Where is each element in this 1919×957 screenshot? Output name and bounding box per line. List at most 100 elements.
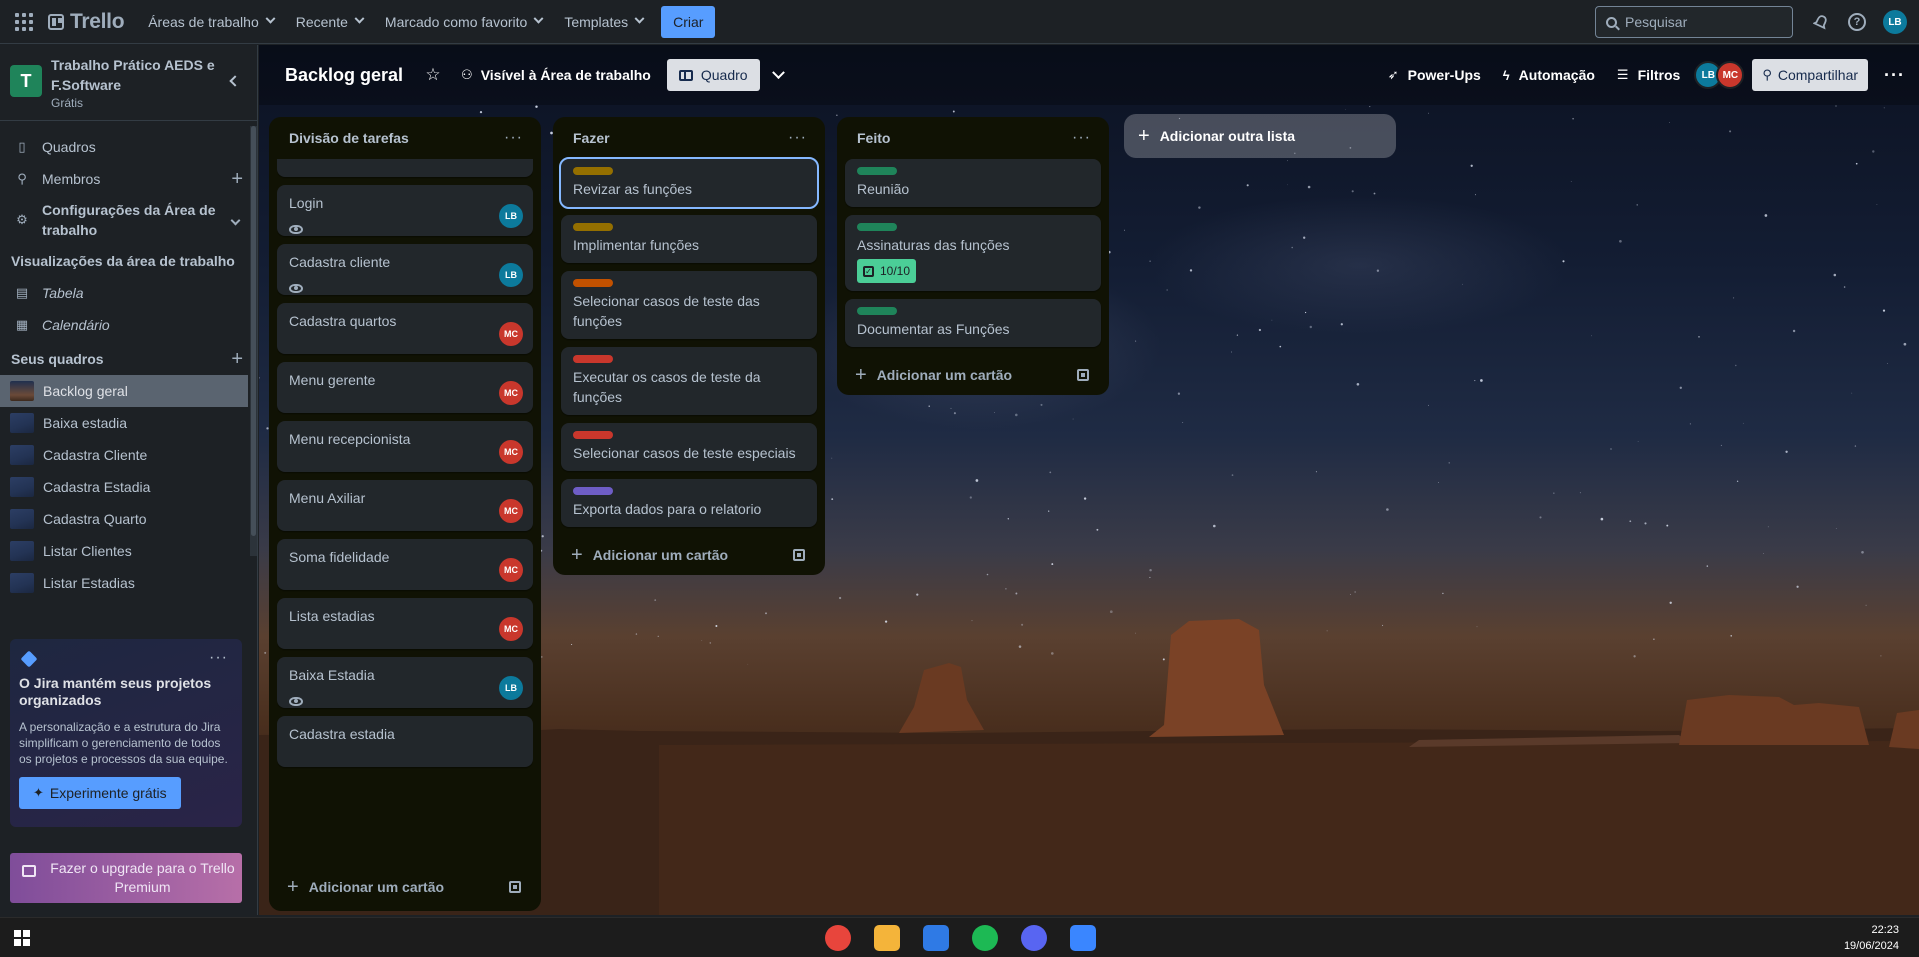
list-header[interactable]: Divisão de tarefas ··· xyxy=(277,117,533,159)
add-board-plus-icon[interactable]: + xyxy=(231,348,243,371)
member-avatar-mc[interactable]: MC xyxy=(1716,61,1745,89)
sidebar-item-settings[interactable]: ⚙ Configurações da Área de trabalho xyxy=(0,195,257,245)
card-member-avatar[interactable]: LB xyxy=(499,676,523,700)
board-title[interactable]: Backlog geral xyxy=(285,65,403,86)
trello-logo[interactable]: Trello xyxy=(48,10,125,34)
card[interactable]: Login LB xyxy=(277,185,533,236)
add-card-button[interactable]: + Adicionar um cartão xyxy=(561,535,817,575)
card-label-color[interactable] xyxy=(573,487,613,495)
discord-icon[interactable] xyxy=(1021,925,1047,951)
share-button[interactable]: ⚲ Compartilhar xyxy=(1752,59,1869,91)
sidebar-board-item[interactable]: Listar Estadias xyxy=(0,567,248,599)
card[interactable]: Implimentar funções xyxy=(561,215,817,263)
card-template-icon[interactable] xyxy=(793,549,805,561)
system-clock[interactable]: 22:23 19/06/2024 xyxy=(1844,922,1899,954)
sidebar-board-item[interactable]: Cadastra Cliente xyxy=(0,439,248,471)
card[interactable]: Assinaturas das funções ✓ 10/10 xyxy=(845,215,1101,291)
notifications-bell-icon[interactable] xyxy=(1809,10,1833,34)
list-menu-icon[interactable]: ··· xyxy=(788,129,807,147)
create-button[interactable]: Criar xyxy=(661,5,716,38)
sidebar-item-calendar[interactable]: ▦ Calendário xyxy=(0,309,257,341)
card[interactable]: Baixa Estadia LB xyxy=(277,657,533,708)
card-label-color[interactable] xyxy=(857,223,897,231)
card[interactable]: Exporta dados para o relatorio xyxy=(561,479,817,527)
card-template-icon[interactable] xyxy=(1077,369,1089,381)
upgrade-premium-button[interactable]: Fazer o upgrade para o Trello Premium xyxy=(10,853,242,903)
card-member-avatar[interactable]: MC xyxy=(499,617,523,641)
store-icon[interactable] xyxy=(923,925,949,951)
sidebar-board-item[interactable]: Cadastra Estadia xyxy=(0,471,248,503)
windows-start-icon[interactable] xyxy=(14,930,30,946)
card-member-avatar[interactable]: MC xyxy=(499,499,523,523)
card-member-avatar[interactable]: LB xyxy=(499,263,523,287)
list-menu-icon[interactable]: ··· xyxy=(504,129,523,147)
list-menu-icon[interactable]: ··· xyxy=(1072,129,1091,147)
card-label-color[interactable] xyxy=(573,431,613,439)
collapse-sidebar-chevron-left-icon[interactable] xyxy=(229,75,241,87)
sidebar-board-item[interactable]: Backlog geral xyxy=(0,375,248,407)
more-options-icon[interactable]: ··· xyxy=(1884,65,1905,86)
board-view-button[interactable]: Quadro xyxy=(666,59,760,91)
nav-recent[interactable]: Recente xyxy=(296,14,365,30)
file-explorer-icon[interactable] xyxy=(874,925,900,951)
workspace-logo[interactable]: T xyxy=(10,65,42,97)
card-label-color[interactable] xyxy=(573,167,613,175)
user-avatar[interactable]: LB xyxy=(1883,10,1907,34)
star-icon[interactable]: ☆ xyxy=(423,65,443,85)
search-input[interactable] xyxy=(1625,14,1775,30)
views-chevron-down-icon[interactable] xyxy=(771,65,785,79)
card-label-color[interactable] xyxy=(573,279,613,287)
card-member-avatar[interactable]: MC xyxy=(499,440,523,464)
card[interactable]: Lista estadias MC xyxy=(277,598,533,649)
card[interactable]: Menu recepcionista MC xyxy=(277,421,533,472)
filters-button[interactable]: ☰ Filtros xyxy=(1617,67,1680,83)
sidebar-item-members[interactable]: ⚲ Membros + xyxy=(0,163,257,195)
spotify-icon[interactable] xyxy=(972,925,998,951)
card-member-avatar[interactable]: MC xyxy=(499,558,523,582)
card[interactable]: Cadastra cliente LB xyxy=(277,244,533,295)
card[interactable]: Cadastra estadia xyxy=(277,716,533,767)
chrome-icon[interactable] xyxy=(825,925,851,951)
card[interactable]: Menu gerente MC xyxy=(277,362,533,413)
card-member-avatar[interactable]: MC xyxy=(499,381,523,405)
help-icon[interactable]: ? xyxy=(1845,10,1869,34)
automation-button[interactable]: ϟ Automação xyxy=(1503,67,1595,83)
more-options-icon[interactable]: ··· xyxy=(209,649,228,667)
card[interactable]: Selecionar casos de teste das funções xyxy=(561,271,817,339)
add-card-button[interactable]: + Adicionar um cartão xyxy=(845,355,1101,395)
try-free-button[interactable]: ✦ Experimente grátis xyxy=(19,777,181,809)
sidebar-board-item[interactable]: Listar Clientes xyxy=(0,535,248,567)
app-icon[interactable] xyxy=(1070,925,1096,951)
visibility-button[interactable]: ⚇ Visível à Área de trabalho xyxy=(461,67,651,83)
sidebar-item-boards[interactable]: ▯ Quadros xyxy=(0,131,257,163)
list-header[interactable]: Fazer ··· xyxy=(561,117,817,159)
add-list-button[interactable]: + Adicionar outra lista xyxy=(1124,114,1396,158)
nav-templates[interactable]: Templates xyxy=(564,14,645,30)
workspace-name[interactable]: Trabalho Prático AEDS e F.Software xyxy=(51,55,221,95)
card[interactable]: Selecionar casos de teste especiais xyxy=(561,423,817,471)
card[interactable]: Soma fidelidade MC xyxy=(277,539,533,590)
app-switcher-icon[interactable] xyxy=(14,12,34,32)
sidebar-board-item[interactable]: Baixa estadia xyxy=(0,407,248,439)
list-header[interactable]: Feito ··· xyxy=(845,117,1101,159)
powerups-button[interactable]: ➶ Power-Ups xyxy=(1388,67,1481,83)
nav-workspaces[interactable]: Áreas de trabalho xyxy=(148,14,276,30)
card-template-icon[interactable] xyxy=(509,881,521,893)
card[interactable]: Documentar as Funções xyxy=(845,299,1101,347)
nav-starred[interactable]: Marcado como favorito xyxy=(385,14,544,30)
add-card-button[interactable]: + Adicionar um cartão xyxy=(277,867,533,907)
card[interactable]: Reunião xyxy=(845,159,1101,207)
card[interactable]: Menu Axiliar MC xyxy=(277,480,533,531)
card-partial[interactable] xyxy=(277,159,533,177)
card-member-avatar[interactable]: LB xyxy=(499,204,523,228)
search-box[interactable] xyxy=(1595,6,1793,38)
card-label-color[interactable] xyxy=(857,307,897,315)
sidebar-board-item[interactable]: Cadastra Quarto xyxy=(0,503,248,535)
card-label-color[interactable] xyxy=(857,167,897,175)
add-member-plus-icon[interactable]: + xyxy=(231,168,243,191)
card-label-color[interactable] xyxy=(573,355,613,363)
card[interactable]: Cadastra quartos MC xyxy=(277,303,533,354)
card[interactable]: Revizar as funções xyxy=(559,157,819,209)
sidebar-scrollbar[interactable] xyxy=(250,126,257,556)
card[interactable]: Executar os casos de teste da funções xyxy=(561,347,817,415)
